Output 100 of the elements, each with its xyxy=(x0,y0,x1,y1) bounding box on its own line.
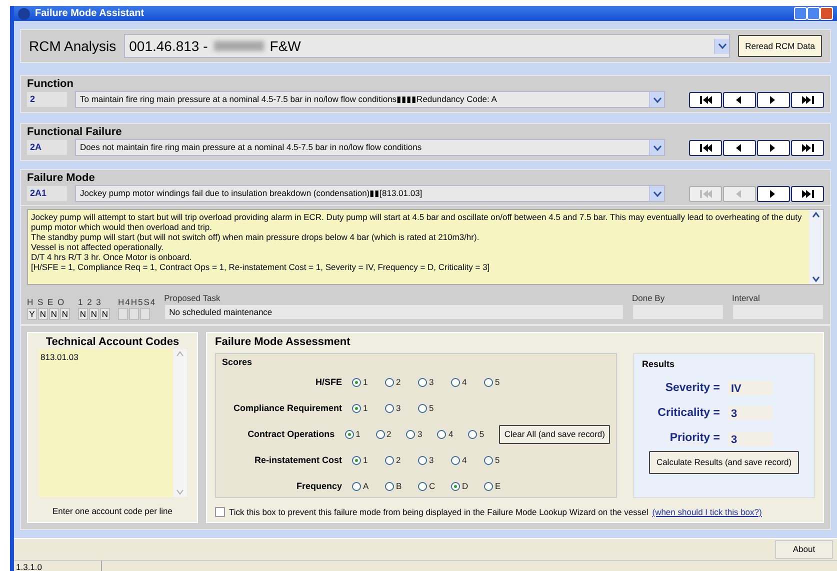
flag-field[interactable]: Y xyxy=(27,308,37,320)
rcm-label: RCM Analysis xyxy=(29,36,116,56)
skip-last-icon xyxy=(800,188,814,198)
redaction-blur xyxy=(214,41,264,51)
calculate-button[interactable]: Calculate Results (and save record) xyxy=(649,451,799,474)
radio-option[interactable]: 4 xyxy=(437,428,468,441)
nav-button[interactable] xyxy=(757,140,790,156)
radio-option[interactable]: D xyxy=(451,480,484,493)
description-field[interactable]: Jockey pump will attempt to start but will trip overload providing alarm in ECR. Duty pump will start at 4.5 bar and oscillate on/off between 4.5 and 7.5 bar. This may eventually lead to overheating of the duty pump motor which would then overload and trip. The standby pump will start (but will not switch off) when main pressure drops below 4 bar (which is rated at 210m3/hr). Vessel is not affected operationally. D/T 4 hrs R/T 3 hr. Once Motor is onboard. [H/SFE = 1, Compliance Req = 1, Contract Ops = 1, Re-instatement Cost = 1, Severity = IV, Frequency = D, Criticality = 3] xyxy=(27,209,824,285)
version-text: 1.3.1.0 xyxy=(14,560,102,571)
flag-labels: 1 2 3 xyxy=(78,297,103,308)
nav-button[interactable] xyxy=(723,140,756,156)
nav-button[interactable] xyxy=(791,140,824,156)
flag-field[interactable]: N xyxy=(38,308,48,320)
radio-option[interactable]: 5 xyxy=(484,454,517,467)
skip-first-icon xyxy=(698,188,712,198)
nav-button[interactable] xyxy=(689,92,722,108)
maximize-button[interactable] xyxy=(807,7,820,20)
nav-button[interactable] xyxy=(791,186,824,202)
radio-option[interactable]: 1 xyxy=(352,402,385,415)
checkbox[interactable] xyxy=(215,507,225,518)
skip-last-icon xyxy=(800,94,814,104)
field-label: Interval xyxy=(732,293,761,304)
close-button[interactable] xyxy=(820,7,833,20)
group-title: Scores xyxy=(222,356,254,369)
skip-first-icon xyxy=(698,94,712,104)
rcm-dropdown[interactable]: 001.46.813 - F&W xyxy=(124,34,730,58)
nav-button[interactable] xyxy=(723,92,756,108)
code-field[interactable]: 2A1 xyxy=(27,186,67,201)
radio-option[interactable]: 2 xyxy=(385,376,418,389)
radio-option[interactable]: 1 xyxy=(344,428,376,441)
radio-option[interactable]: 4 xyxy=(451,376,484,389)
checkbox-label: Tick this box to prevent this failure mode from being displayed in the Failure Mode Lookup Wizard on the vessel xyxy=(229,506,648,519)
section-dropdown[interactable]: Jockey pump motor windings fail due to insulation breakdown (condensation)▮▮[813.01.03] xyxy=(75,185,665,202)
result-label: Priority = xyxy=(668,431,721,446)
group-title: Results xyxy=(642,358,676,371)
radio-option[interactable]: 4 xyxy=(451,454,484,467)
radio-option[interactable]: E xyxy=(484,480,517,493)
proposed-task-field[interactable]: No scheduled maintenance xyxy=(164,304,624,320)
radio-option[interactable]: 2 xyxy=(385,454,418,467)
done-by-field[interactable] xyxy=(632,304,724,320)
radio-option[interactable]: 5 xyxy=(484,376,517,389)
flag-field[interactable]: N xyxy=(89,308,99,320)
flag-field[interactable]: N xyxy=(60,308,70,320)
nav-button[interactable] xyxy=(757,92,790,108)
section-title: Function xyxy=(27,78,74,91)
nav-button[interactable] xyxy=(757,186,790,202)
nav-button[interactable] xyxy=(689,140,722,156)
radio-option[interactable]: 3 xyxy=(418,376,451,389)
flag-field[interactable] xyxy=(118,308,128,320)
about-button[interactable]: About xyxy=(775,540,833,558)
nav-button[interactable] xyxy=(791,92,824,108)
result-value: 3 xyxy=(728,432,773,446)
window-title: Failure Mode Assistant xyxy=(35,7,144,21)
radio-option[interactable]: 3 xyxy=(406,428,438,441)
radio-option[interactable]: C xyxy=(418,480,451,493)
minimize-button[interactable] xyxy=(794,7,807,20)
score-label: Contract Operations xyxy=(246,428,336,441)
field-label: Proposed Task xyxy=(164,293,222,304)
flag-field[interactable]: N xyxy=(78,308,88,320)
code-field[interactable]: 2A xyxy=(27,140,67,155)
radio-option[interactable]: 3 xyxy=(385,402,418,415)
scroll-down-icon[interactable] xyxy=(811,274,821,284)
radio-option[interactable]: 1 xyxy=(352,376,385,389)
radio-option[interactable]: 5 xyxy=(418,402,451,415)
score-label: Compliance Requirement xyxy=(232,402,343,415)
reread-button[interactable]: Reread RCM Data xyxy=(738,34,822,58)
flag-field[interactable] xyxy=(129,308,139,320)
result-value: 3 xyxy=(728,406,773,420)
flag-field[interactable]: N xyxy=(49,308,59,320)
result-value: IV xyxy=(728,381,773,396)
account-code: 813.01.03 xyxy=(40,352,78,362)
section-dropdown[interactable]: To maintain fire ring main pressure at a nominal 4.5-7.5 bar in no/low flow conditions▮▮▮▮Redundancy Code: A xyxy=(75,91,665,108)
radio-option[interactable]: 2 xyxy=(376,428,406,441)
app-icon xyxy=(18,8,30,20)
code-field[interactable]: 2 xyxy=(27,92,67,107)
radio-option[interactable]: 5 xyxy=(468,428,500,441)
radio-option[interactable]: B xyxy=(385,480,418,493)
clear-all-button[interactable]: Clear All (and save record) xyxy=(499,425,610,444)
flag-labels: H S E O xyxy=(27,297,66,308)
radio-option[interactable]: A xyxy=(352,480,385,493)
skip-last-icon xyxy=(800,142,814,152)
radio-option[interactable]: 1 xyxy=(352,454,385,467)
section-dropdown[interactable]: Does not maintain fire ring main pressure at a nominal 4.5-7.5 bar in no/low flow conditions xyxy=(75,139,665,156)
help-link[interactable]: (when should I tick this box?) xyxy=(652,506,762,519)
score-label: H/SFE xyxy=(314,376,343,389)
panel-title: Failure Mode Assessment xyxy=(215,336,352,349)
field-label: Done By xyxy=(632,293,666,304)
skip-first-icon xyxy=(698,142,712,152)
flag-field[interactable]: N xyxy=(100,308,110,320)
result-label: Criticality = xyxy=(656,406,721,421)
flag-labels: H4H5S4 xyxy=(118,297,156,308)
scroll-up-icon[interactable] xyxy=(811,210,821,220)
radio-option[interactable]: 3 xyxy=(418,454,451,467)
interval-field[interactable] xyxy=(732,304,824,320)
panel-title: Technical Account Codes xyxy=(46,336,180,349)
flag-field[interactable] xyxy=(140,308,150,320)
result-label: Severity = xyxy=(664,380,721,396)
section-title: Failure Mode xyxy=(27,172,96,185)
section-title: Functional Failure xyxy=(27,126,123,139)
